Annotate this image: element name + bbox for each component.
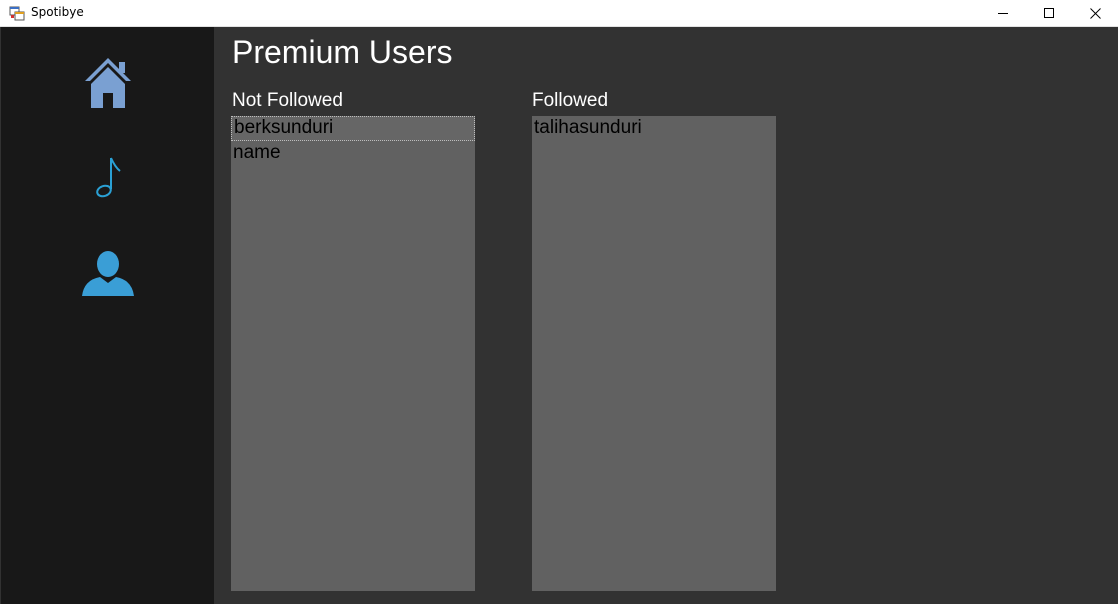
- window-title: Spotibye: [31, 5, 84, 19]
- not-followed-list[interactable]: berksunduri name: [231, 116, 475, 591]
- app-window-icon: [9, 5, 25, 21]
- maximize-icon: [1044, 8, 1054, 18]
- minimize-button[interactable]: [980, 0, 1026, 26]
- maximize-button[interactable]: [1026, 0, 1072, 26]
- not-followed-label: Not Followed: [232, 90, 343, 111]
- sidebar: [1, 27, 214, 604]
- followed-label: Followed: [532, 90, 609, 111]
- user-icon: [80, 250, 136, 303]
- nav-user-button[interactable]: [1, 249, 214, 303]
- list-item[interactable]: name: [231, 141, 475, 166]
- minimize-icon: [998, 8, 1008, 18]
- followed-list[interactable]: talihasunduri: [532, 116, 776, 591]
- app-window: Spotibye Premium Users Not Followed Foll…: [0, 0, 1118, 604]
- nav-music-button[interactable]: [1, 155, 214, 203]
- music-note-icon: [93, 155, 123, 204]
- close-icon: [1089, 7, 1101, 19]
- list-item[interactable]: berksunduri: [231, 116, 475, 141]
- list-item[interactable]: talihasunduri: [532, 116, 776, 141]
- page-title: Premium Users: [232, 34, 453, 70]
- title-bar[interactable]: Spotibye: [0, 0, 1118, 27]
- nav-home-button[interactable]: [1, 57, 214, 113]
- close-button[interactable]: [1072, 0, 1118, 26]
- home-icon: [82, 56, 134, 115]
- main-panel: Premium Users Not Followed Followed berk…: [214, 27, 1118, 604]
